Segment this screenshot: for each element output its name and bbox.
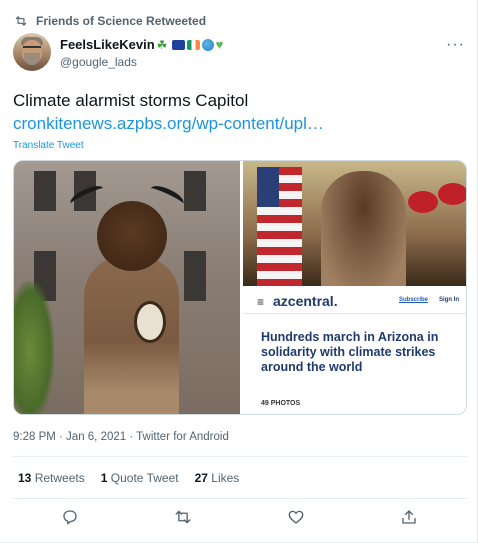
article-screenshot[interactable]: ≡ azcentral. Subscribe Sign In Hundreds … — [243, 288, 466, 414]
tweet-text: Climate alarmist storms Capitol — [13, 91, 249, 110]
more-options-icon[interactable]: ··· — [446, 36, 465, 54]
tweet-link[interactable]: cronkitenews.azpbs.org/wp-content/upl… — [13, 113, 324, 135]
photo-capitol-crowd[interactable] — [243, 161, 466, 286]
tweet-timestamp[interactable]: 9:28 PM · Jan 6, 2021 · Twitter for Andr… — [13, 431, 229, 443]
tweet-stats: 13 Retweets 1 Quote Tweet 27 Likes — [18, 471, 239, 485]
user-handle[interactable]: @gougle_lads — [60, 55, 230, 69]
display-name-text: FeelsLikeKevin — [60, 37, 155, 52]
article-header: ≡ azcentral. Subscribe Sign In — [243, 288, 466, 314]
action-bar — [0, 508, 478, 528]
photo-protester-horns[interactable] — [14, 161, 240, 414]
display-name[interactable]: FeelsLikeKevin ☘ ♥ — [60, 37, 230, 52]
retweet-icon — [15, 16, 27, 26]
green-heart-emoji: ♥ — [215, 36, 224, 52]
quote-tweets-stat[interactable]: 1 Quote Tweet — [101, 471, 179, 485]
translate-tweet-link[interactable]: Translate Tweet — [13, 140, 84, 151]
avatar[interactable] — [13, 33, 51, 71]
divider — [13, 498, 467, 499]
article-subscribe: Subscribe — [399, 297, 429, 303]
like-icon[interactable] — [287, 508, 305, 526]
menu-icon: ≡ — [257, 295, 265, 309]
retweet-context-label: Friends of Science Retweeted — [36, 14, 207, 28]
media-grid[interactable]: ≡ azcentral. Subscribe Sign In Hundreds … — [13, 160, 467, 415]
azcentral-logo: azcentral. — [273, 293, 338, 309]
tweet-card[interactable]: Friends of Science Retweeted FeelsLikeKe… — [0, 0, 478, 543]
user-info[interactable]: FeelsLikeKevin ☘ ♥ @gougle_lads — [60, 37, 230, 69]
retweet-context[interactable]: Friends of Science Retweeted — [14, 14, 206, 28]
reply-icon[interactable] — [61, 508, 79, 526]
retweets-stat[interactable]: 13 Retweets — [18, 471, 85, 485]
article-photo-count: 49 PHOTOS — [261, 400, 301, 407]
eu-flag-emoji — [171, 39, 185, 50]
retweet-action-icon[interactable] — [174, 508, 192, 526]
globe-emoji — [201, 38, 214, 51]
likes-stat[interactable]: 27 Likes — [195, 471, 240, 485]
shamrock-emoji: ☘ — [156, 37, 168, 52]
article-sign-in: Sign In — [439, 297, 459, 303]
share-icon[interactable] — [400, 508, 418, 526]
article-headline: Hundreds march in Arizona in solidarity … — [261, 330, 439, 374]
divider — [13, 456, 467, 457]
ireland-flag-emoji — [186, 39, 200, 50]
